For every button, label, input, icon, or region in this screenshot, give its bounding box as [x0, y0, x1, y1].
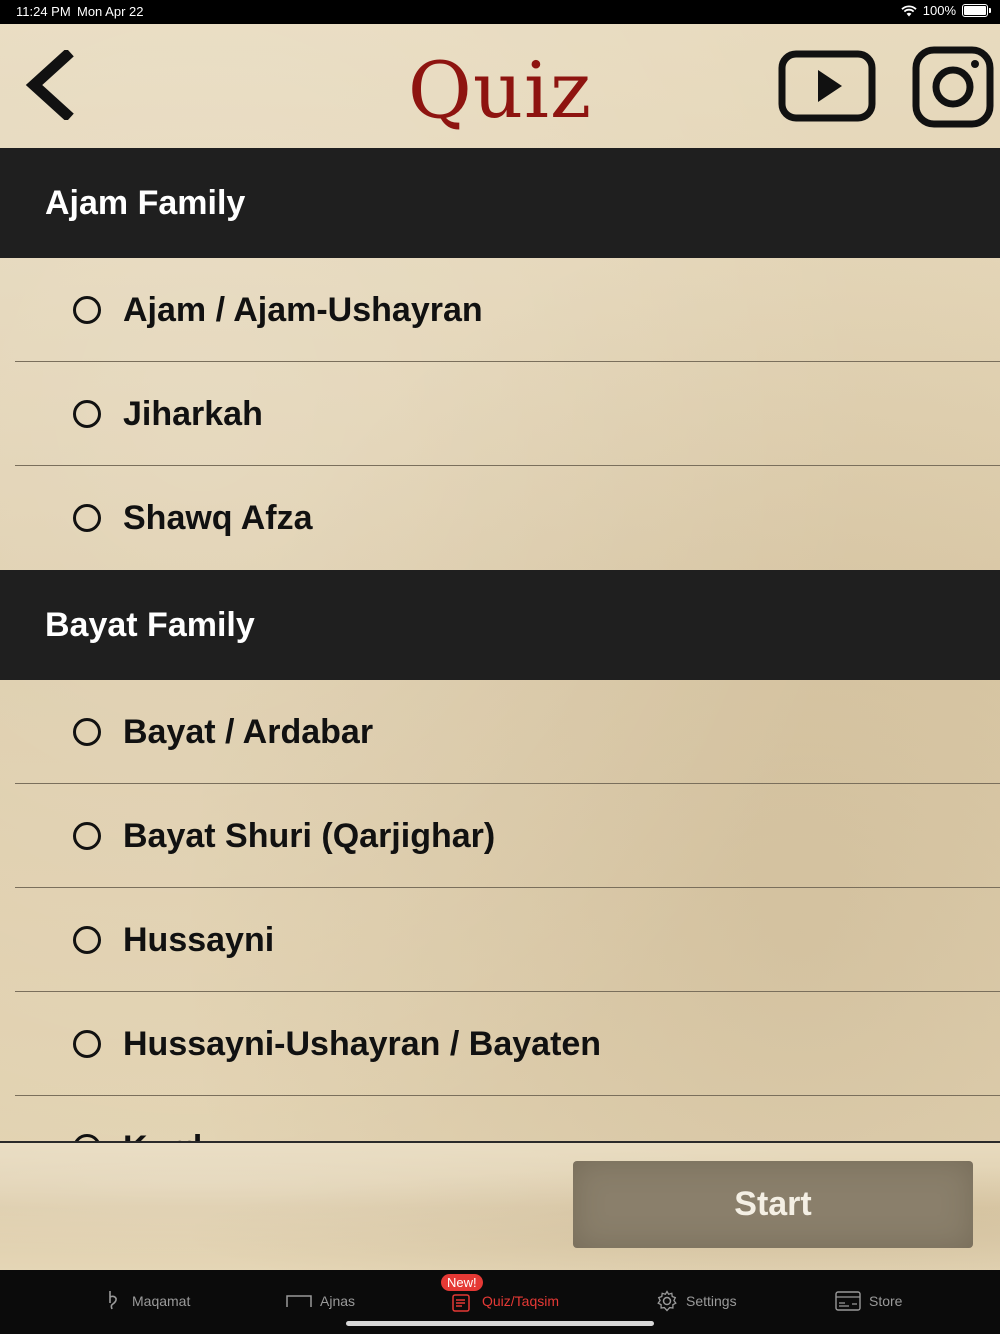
tab-settings[interactable]: Settings	[656, 1284, 737, 1318]
list-item-label: Ajam / Ajam-Ushayran	[123, 290, 483, 329]
tab-ajnas[interactable]: Ajnas	[286, 1284, 355, 1318]
list-item-label: Hussayni-Ushayran / Bayaten	[123, 1024, 602, 1063]
list-item[interactable]: Bayat / Ardabar	[0, 680, 1000, 784]
youtube-icon	[778, 50, 876, 122]
tab-label: Settings	[686, 1293, 737, 1309]
instagram-button[interactable]	[912, 46, 994, 128]
list-item-label: Kurd	[123, 1129, 202, 1143]
list-item[interactable]: Kurd	[0, 1096, 1000, 1142]
radio-circle-icon[interactable]	[73, 504, 101, 532]
status-time: 11:24 PM	[16, 4, 71, 19]
tab-label: Maqamat	[132, 1293, 191, 1309]
store-card-icon	[835, 1291, 861, 1311]
tab-maqamat[interactable]: Maqamat	[104, 1284, 190, 1318]
status-right: 100%	[901, 3, 991, 18]
list-item-label: Bayat / Ardabar	[123, 712, 374, 751]
list-item[interactable]: Bayat Shuri (Qarjighar)	[0, 784, 1000, 888]
list-item[interactable]: Ajam / Ajam-Ushayran	[0, 258, 1000, 362]
bracket-icon	[286, 1295, 312, 1307]
radio-circle-icon[interactable]	[73, 1030, 101, 1058]
radio-circle-icon[interactable]	[73, 296, 101, 324]
maqam-symbol-icon	[109, 1291, 117, 1310]
list-item-label: Jiharkah	[123, 394, 263, 433]
section-header-ajam: Ajam Family	[0, 148, 1000, 258]
quiz-icon	[452, 1294, 470, 1312]
list-item[interactable]: Shawq Afza	[0, 466, 1000, 570]
youtube-button[interactable]	[778, 50, 876, 122]
list-item-label: Bayat Shuri (Qarjighar)	[123, 816, 496, 855]
tab-label: Quiz/Taqsim	[482, 1293, 560, 1309]
list-item[interactable]: Hussayni	[0, 888, 1000, 992]
radio-circle-icon[interactable]	[73, 822, 101, 850]
wifi-icon	[901, 4, 917, 16]
tab-store[interactable]: Store	[835, 1284, 902, 1318]
radio-circle-icon[interactable]	[73, 400, 101, 428]
list-item[interactable]: Jiharkah	[0, 362, 1000, 466]
list-item-label: Shawq Afza	[123, 498, 313, 537]
tab-label: Store	[869, 1293, 903, 1309]
start-button[interactable]: Start	[573, 1161, 973, 1248]
battery-icon	[962, 4, 991, 17]
list-item-label: Hussayni	[123, 920, 275, 959]
home-indicator[interactable]	[346, 1321, 654, 1326]
list-item[interactable]: Hussayni-Ushayran / Bayaten	[0, 992, 1000, 1096]
radio-circle-icon[interactable]	[73, 718, 101, 746]
status-date: Mon Apr 22	[77, 4, 144, 19]
new-badge: New!	[441, 1274, 483, 1291]
radio-circle-icon[interactable]	[73, 926, 101, 954]
header: Quiz	[0, 24, 1000, 148]
section-header-bayat: Bayat Family	[0, 570, 1000, 680]
gear-icon	[657, 1290, 677, 1312]
battery-percent: 100%	[922, 3, 956, 18]
action-area: Start	[0, 1141, 1000, 1272]
maqam-list[interactable]: Ajam Family Ajam / Ajam-Ushayran Jiharka…	[0, 148, 1000, 1142]
tab-label: Ajnas	[320, 1293, 356, 1309]
status-bar: 11:24 PM Mon Apr 22 100%	[0, 0, 1000, 24]
instagram-icon	[912, 46, 994, 128]
